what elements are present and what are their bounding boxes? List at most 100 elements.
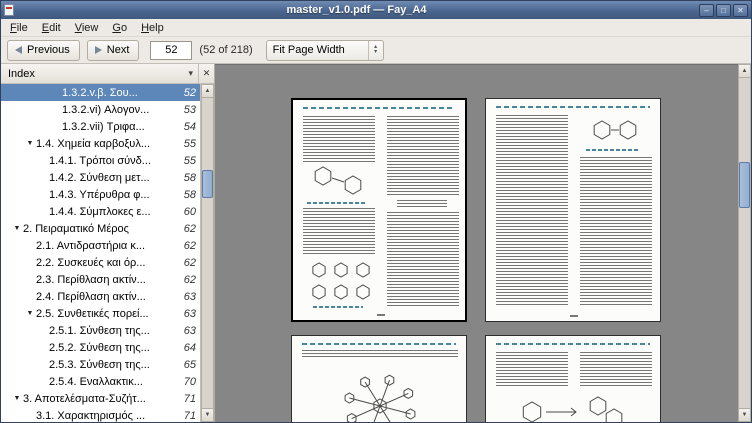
page-header-line	[302, 343, 456, 345]
page-figure	[307, 164, 371, 201]
title-bar[interactable]: master_v1.0.pdf — Fay_A4 – □ ✕	[1, 1, 751, 19]
index-entry[interactable]: 2.5.4. Εναλλακτικ...70	[1, 373, 200, 390]
zoom-select[interactable]: Fit Page Width ▴▾	[266, 40, 384, 61]
scroll-up-icon[interactable]: ▲	[738, 64, 751, 78]
index-entry-label: 2.5.1. Σύνθεση της...	[49, 325, 179, 337]
menu-edit[interactable]: Edit	[35, 20, 68, 36]
document-scrollbar-track[interactable]	[738, 78, 751, 408]
document-scrollbar-thumb[interactable]	[739, 162, 750, 208]
thumbnail-grid	[291, 98, 661, 422]
page-text-block	[387, 212, 459, 306]
index-entry-page: 58	[184, 172, 196, 184]
index-entry-label: 3.1. Χαρακτηρισμός ...	[36, 410, 179, 422]
page-thumbnail[interactable]	[291, 335, 467, 422]
close-icon[interactable]: ✕	[733, 4, 748, 17]
page-caption	[586, 149, 638, 151]
chevron-down-icon[interactable]: ▾	[183, 68, 198, 79]
page-header-line	[303, 107, 455, 109]
index-entry-label: 2.5.3. Σύνθεση της...	[49, 359, 179, 371]
page-figure	[516, 392, 632, 422]
index-entry-page: 55	[184, 138, 196, 150]
index-entry-page: 64	[184, 342, 196, 354]
scroll-down-icon[interactable]: ▼	[201, 408, 214, 422]
pdf-viewer-window: master_v1.0.pdf — Fay_A4 – □ ✕ FileEditV…	[0, 0, 752, 423]
page-text-block	[302, 350, 458, 358]
index-entry-page: 54	[184, 121, 196, 133]
scroll-up-icon[interactable]: ▲	[201, 84, 214, 98]
document-scrollbar[interactable]: ▲ ▼	[738, 64, 751, 422]
index-entry[interactable]: ▼3. Αποτελέσματα-Συζήτ...71	[1, 390, 200, 407]
page-text-block	[496, 352, 568, 386]
index-entry[interactable]: 2.4. Περίθλαση ακτίν...63	[1, 288, 200, 305]
index-entry-label: 2.5. Συνθετικές πορεί...	[36, 308, 179, 320]
page-figure	[584, 115, 646, 148]
index-entry[interactable]: 2.1. Αντιδραστήρια κ...62	[1, 237, 200, 254]
index-entry[interactable]: 1.4.1. Τρόποι σύνδ...55	[1, 152, 200, 169]
page-text-block	[580, 157, 652, 305]
menu-help[interactable]: Help	[134, 20, 171, 36]
page-thumbnail[interactable]	[291, 98, 467, 322]
page-text-block	[303, 208, 375, 256]
index-entry[interactable]: 2.5.3. Σύνθεση της... 65	[1, 356, 200, 373]
index-entry-page: 62	[184, 274, 196, 286]
expander-icon[interactable]: ▼	[11, 395, 23, 402]
index-tree[interactable]: 1.3.2.v.β. Σου...521.3.2.vi) Αλογον...53…	[1, 84, 201, 422]
page-thumbnail[interactable]	[485, 98, 661, 322]
expander-icon[interactable]: ▼	[11, 225, 23, 232]
menu-bar: FileEditViewGoHelp	[1, 19, 751, 37]
index-scrollbar-thumb[interactable]	[202, 170, 213, 198]
expander-icon[interactable]: ▼	[24, 140, 36, 147]
menu-view[interactable]: View	[68, 20, 106, 36]
minimize-icon[interactable]: –	[699, 4, 714, 17]
index-entry-page: 62	[184, 257, 196, 269]
index-entry-label: 1.3.2.vi) Αλογον...	[62, 104, 179, 116]
index-entry-page: 62	[184, 223, 196, 235]
page-number-mark	[570, 315, 578, 317]
index-entry[interactable]: 2.5.2. Σύνθεση της...64	[1, 339, 200, 356]
index-entry-page: 65	[184, 359, 196, 371]
index-entry-label: 2.2. Συσκευές και όρ...	[36, 257, 179, 269]
index-entry-page: 55	[184, 155, 196, 167]
previous-button[interactable]: Previous	[7, 40, 80, 61]
index-entry[interactable]: 3.1. Χαρακτηρισμός ...71	[1, 407, 200, 422]
index-entry[interactable]: 2.2. Συσκευές και όρ... 62	[1, 254, 200, 271]
document-canvas[interactable]	[215, 64, 738, 422]
page-count-label: (52 of 218)	[199, 44, 252, 56]
scroll-down-icon[interactable]: ▼	[738, 408, 751, 422]
index-entry[interactable]: 1.4.3. Υπέρυθρα φ... 58	[1, 186, 200, 203]
index-entry-label: 1.4.3. Υπέρυθρα φ...	[49, 189, 179, 201]
window-body: Index ▾ ✕ 1.3.2.v.β. Σου...521.3.2.vi) Α…	[1, 64, 751, 422]
index-entry[interactable]: 1.4.2. Σύνθεση μετ...58	[1, 169, 200, 186]
index-entry[interactable]: 1.3.2.vii) Τριφα...54	[1, 118, 200, 135]
page-thumbnail[interactable]	[485, 335, 661, 422]
index-entry[interactable]: 2.5.1. Σύνθεση της...63	[1, 322, 200, 339]
next-button[interactable]: Next	[87, 40, 140, 61]
side-pane: Index ▾ ✕ 1.3.2.v.β. Σου...521.3.2.vi) Α…	[1, 64, 215, 422]
index-entry-page: 58	[184, 189, 196, 201]
index-scrollbar-track[interactable]	[201, 98, 214, 408]
index-entry[interactable]: ▼2. Πειραματικό Μέρος62	[1, 220, 200, 237]
index-entry[interactable]: 1.3.2.vi) Αλογον...53	[1, 101, 200, 118]
index-entry[interactable]: 1.3.2.v.β. Σου...52	[1, 84, 200, 101]
index-entry[interactable]: ▼2.5. Συνθετικές πορεί...63	[1, 305, 200, 322]
index-entry-label: 1.3.2.v.β. Σου...	[62, 87, 179, 99]
page-text-block	[397, 200, 447, 208]
menu-go[interactable]: Go	[105, 20, 134, 36]
side-pane-close-button[interactable]: ✕	[198, 64, 214, 83]
index-entry-page: 63	[184, 291, 196, 303]
side-pane-content: 1.3.2.v.β. Σου...521.3.2.vi) Αλογον...53…	[1, 84, 214, 422]
maximize-icon[interactable]: □	[716, 4, 731, 17]
page-figure	[320, 362, 440, 422]
combo-arrows-icon: ▴▾	[368, 41, 383, 60]
index-scrollbar[interactable]: ▲ ▼	[201, 84, 214, 422]
index-entry[interactable]: 2.3. Περίθλαση ακτίν...62	[1, 271, 200, 288]
page-figure	[305, 258, 373, 307]
index-entry-label: 1.4. Χημεία καρβοξυλ...	[36, 138, 179, 150]
menu-file[interactable]: File	[3, 20, 35, 36]
page-number-input[interactable]	[150, 41, 192, 60]
index-entry[interactable]: 1.4.4. Σύμπλοκες ε...60	[1, 203, 200, 220]
index-entry[interactable]: ▼1.4. Χημεία καρβοξυλ... 55	[1, 135, 200, 152]
side-pane-selector[interactable]: Index	[1, 68, 183, 80]
expander-icon[interactable]: ▼	[24, 310, 36, 317]
next-label: Next	[107, 44, 130, 56]
